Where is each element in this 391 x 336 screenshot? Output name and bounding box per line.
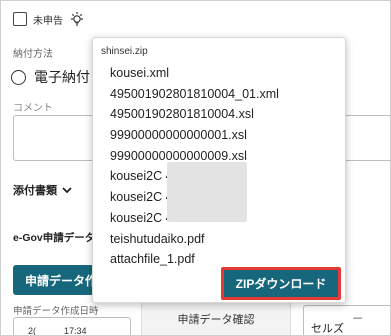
unfiled-row: 未申告 [13, 11, 85, 27]
zip-file-item: 99900000000000001.xsl [110, 128, 247, 143]
created-datetime-label: 申請データ作成日時 [13, 306, 99, 317]
created-time-value: 17:34 [64, 326, 87, 336]
attachments-label: 添付書類 [13, 185, 57, 197]
lightbulb-icon[interactable] [69, 11, 85, 27]
electronic-payment-radio[interactable] [11, 69, 26, 85]
select-panel-extra: 一 [353, 314, 363, 325]
comment-label: コメント [13, 103, 53, 114]
zip-file-item: 495001902801810004.xsl [110, 107, 254, 122]
confirm-label: 申請データ確認 [177, 314, 255, 326]
attachments-toggle[interactable]: 添付書類 [13, 182, 73, 198]
payment-option-row[interactable]: 電子納付 [11, 67, 90, 87]
electronic-payment-label: 電子納付 [34, 69, 90, 85]
zip-download-button[interactable]: ZIPダウンロード [221, 267, 341, 300]
unfiled-checkbox[interactable] [13, 12, 27, 26]
unfiled-label: 未申告 [33, 15, 63, 27]
redaction-mask [167, 162, 247, 222]
zip-download-label: ZIPダウンロード [235, 277, 327, 291]
chevron-down-icon [62, 187, 72, 194]
select-value: セルズ [311, 323, 344, 335]
egov-section-label: e-Gov申請データ [13, 232, 96, 244]
zip-file-title: shinsei.zip [101, 46, 148, 57]
payment-method-label: 納付方法 [13, 49, 53, 60]
zip-contents-popup: shinsei.zip kousei.xml 49500190280181000… [92, 37, 346, 303]
tax-filing-screen: 未申告 納付方法 電子納付 コメント 添付書類 e-Gov申請データ 申請データ… [0, 0, 391, 336]
created-date-value: 2( [28, 326, 37, 336]
zip-file-item: kousei.xml [110, 66, 170, 80]
zip-file-item: 495001902801810004_01.xml [110, 86, 279, 101]
zip-file-item: teishutudaiko.pdf [110, 231, 205, 246]
created-datetime-field: 2( 17:34 [13, 317, 131, 336]
confirm-application-data-button[interactable]: 申請データ確認 [141, 301, 291, 335]
create-button-label: 申請データ作 [25, 273, 98, 288]
